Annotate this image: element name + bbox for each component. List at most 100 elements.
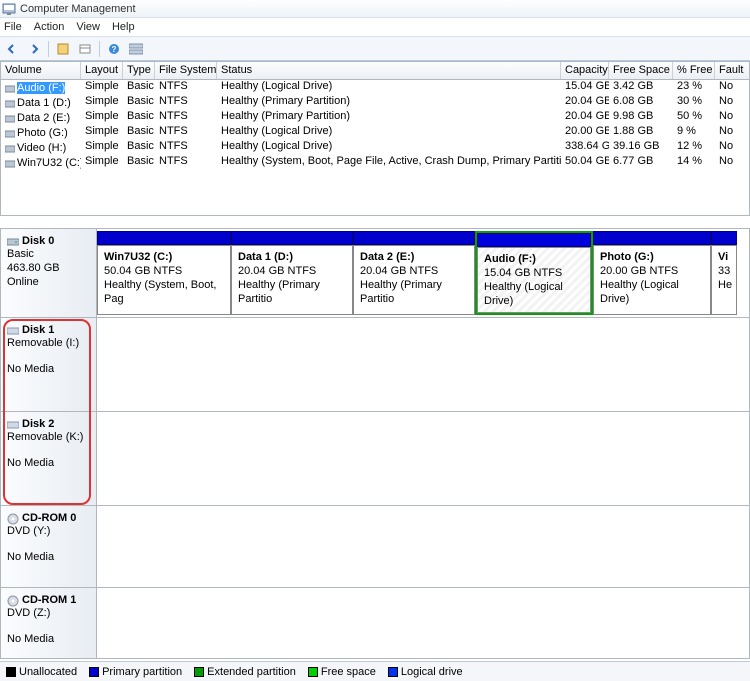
menu-help[interactable]: Help: [112, 21, 135, 33]
disk-label-cdrom1[interactable]: CD-ROM 1 DVD (Z:) No Media: [1, 588, 97, 658]
volume-fault: No: [715, 95, 745, 110]
volume-layout: Simple: [81, 95, 123, 110]
col-freespace[interactable]: Free Space: [609, 62, 673, 79]
col-fault[interactable]: Fault: [715, 62, 745, 79]
volume-status: Healthy (Primary Partition): [217, 95, 561, 110]
partition-info: 20.04 GB NTFS: [238, 264, 346, 278]
title-bar: Computer Management: [0, 0, 750, 18]
volume-icon: [5, 98, 15, 108]
volume-type: Basic: [123, 80, 155, 95]
partition-name: Win7U32 (C:): [104, 250, 224, 264]
menu-bar: File Action View Help: [0, 18, 750, 37]
disk-graphical-area: Disk 0 Basic 463.80 GB Online Win7U32 (C…: [0, 228, 750, 659]
volume-pctfree: 12 %: [673, 140, 715, 155]
col-layout[interactable]: Layout: [81, 62, 123, 79]
app-icon: [2, 2, 16, 16]
menu-view[interactable]: View: [76, 21, 100, 33]
partition[interactable]: Data 1 (D:)20.04 GB NTFSHealthy (Primary…: [231, 231, 353, 315]
volume-type: Basic: [123, 140, 155, 155]
legend-unallocated: Unallocated: [19, 666, 77, 678]
partition-status: Healthy (Logical Drive): [600, 278, 704, 306]
volume-layout: Simple: [81, 125, 123, 140]
volume-layout: Simple: [81, 80, 123, 95]
volume-fault: No: [715, 155, 745, 170]
refresh-button[interactable]: [53, 40, 73, 58]
col-pctfree[interactable]: % Free: [673, 62, 715, 79]
partition[interactable]: Data 2 (E:)20.04 GB NTFSHealthy (Primary…: [353, 231, 475, 315]
volume-freespace: 6.77 GB: [609, 155, 673, 170]
volume-type: Basic: [123, 155, 155, 170]
partition-info: 50.04 GB NTFS: [104, 264, 224, 278]
volume-status: Healthy (Logical Drive): [217, 80, 561, 95]
disk-label-cdrom0[interactable]: CD-ROM 0 DVD (Y:) No Media: [1, 506, 97, 587]
volume-list[interactable]: Audio (F:)SimpleBasicNTFSHealthy (Logica…: [0, 80, 750, 216]
volume-layout: Simple: [81, 110, 123, 125]
legend-extended: Extended partition: [207, 666, 296, 678]
forward-button[interactable]: [24, 40, 44, 58]
partition-status: Healthy (Primary Partitio: [238, 278, 346, 306]
volume-pctfree: 9 %: [673, 125, 715, 140]
legend-logical: Logical drive: [401, 666, 463, 678]
volume-type: Basic: [123, 110, 155, 125]
menu-action[interactable]: Action: [34, 21, 65, 33]
partition[interactable]: Photo (G:)20.00 GB NTFSHealthy (Logical …: [593, 231, 711, 315]
volume-freespace: 39.16 GB: [609, 140, 673, 155]
volume-fault: No: [715, 140, 745, 155]
col-type[interactable]: Type: [123, 62, 155, 79]
volume-fault: No: [715, 125, 745, 140]
col-filesystem[interactable]: File System: [155, 62, 217, 79]
col-status[interactable]: Status: [217, 62, 561, 79]
volume-capacity: 20.00 GB: [561, 125, 609, 140]
col-capacity[interactable]: Capacity: [561, 62, 609, 79]
partition-info: 20.04 GB NTFS: [360, 264, 468, 278]
disk-label-disk0[interactable]: Disk 0 Basic 463.80 GB Online: [1, 229, 97, 317]
volume-row[interactable]: Data 1 (D:) SimpleBasicNTFSHealthy (Prima…: [1, 95, 749, 110]
volume-name: Data 1 (D:): [17, 97, 71, 109]
volume-row[interactable]: Data 2 (E:)SimpleBasicNTFSHealthy (Prima…: [1, 110, 749, 125]
volume-name: Video (H:): [17, 142, 66, 154]
partition-status: Healthy (System, Boot, Pag: [104, 278, 224, 306]
partition[interactable]: Audio (F:)15.04 GB NTFSHealthy (Logical …: [475, 231, 593, 315]
legend: Unallocated Primary partition Extended p…: [0, 661, 750, 681]
volume-capacity: 20.04 GB: [561, 110, 609, 125]
volume-freespace: 3.42 GB: [609, 80, 673, 95]
volume-row[interactable]: Video (H:)SimpleBasicNTFSHealthy (Logica…: [1, 140, 749, 155]
volume-icon: [5, 158, 15, 168]
volume-freespace: 6.08 GB: [609, 95, 673, 110]
partition-name: Audio (F:): [484, 252, 584, 266]
legend-freespace: Free space: [321, 666, 376, 678]
volume-row[interactable]: Win7U32 (C:)SimpleBasicNTFSHealthy (Syst…: [1, 155, 749, 170]
volume-name: Data 2 (E:): [17, 112, 70, 124]
volume-type: Basic: [123, 95, 155, 110]
volume-status: Healthy (Primary Partition): [217, 110, 561, 125]
disk-label-disk1[interactable]: Disk 1 Removable (I:) No Media: [1, 318, 97, 411]
partition-status: He: [718, 278, 730, 292]
back-button[interactable]: [2, 40, 22, 58]
volume-name: Audio (F:): [17, 82, 65, 94]
removable-icon: [7, 325, 19, 335]
help-button[interactable]: ?: [104, 40, 124, 58]
volume-fs: NTFS: [155, 140, 217, 155]
disk-row-disk0: Disk 0 Basic 463.80 GB Online Win7U32 (C…: [1, 229, 749, 318]
disk-row-cdrom0: CD-ROM 0 DVD (Y:) No Media: [1, 506, 749, 588]
partition-info: 20.00 GB NTFS: [600, 264, 704, 278]
volume-fs: NTFS: [155, 95, 217, 110]
hdd-icon: [7, 236, 19, 246]
col-volume[interactable]: Volume: [1, 62, 81, 79]
legend-primary: Primary partition: [102, 666, 182, 678]
volume-icon: [5, 113, 15, 123]
partition-name: Photo (G:): [600, 250, 704, 264]
menu-file[interactable]: File: [4, 21, 22, 33]
volume-type: Basic: [123, 125, 155, 140]
list-button[interactable]: [126, 40, 146, 58]
disk-row-cdrom1: CD-ROM 1 DVD (Z:) No Media: [1, 588, 749, 658]
properties-button[interactable]: [75, 40, 95, 58]
partition[interactable]: Vi33He: [711, 231, 737, 315]
volume-row[interactable]: Photo (G:)SimpleBasicNTFSHealthy (Logica…: [1, 125, 749, 140]
cdrom-icon: [7, 595, 19, 605]
disk-label-disk2[interactable]: Disk 2 Removable (K:) No Media: [1, 412, 97, 505]
volume-capacity: 50.04 GB: [561, 155, 609, 170]
partition[interactable]: Win7U32 (C:)50.04 GB NTFSHealthy (System…: [97, 231, 231, 315]
disk-row-disk2: Disk 2 Removable (K:) No Media: [1, 412, 749, 506]
volume-row[interactable]: Audio (F:)SimpleBasicNTFSHealthy (Logica…: [1, 80, 749, 95]
